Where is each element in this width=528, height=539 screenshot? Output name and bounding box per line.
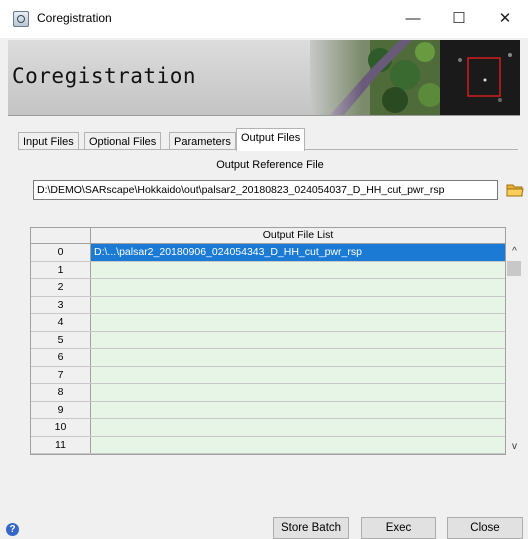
- table-row[interactable]: 4: [31, 314, 505, 332]
- row-number: 11: [31, 436, 91, 453]
- row-cell[interactable]: [91, 331, 505, 348]
- column-header: Output File List: [91, 228, 505, 244]
- table-row[interactable]: 11: [31, 436, 505, 454]
- row-number: 2: [31, 279, 91, 296]
- row-number: 5: [31, 331, 91, 348]
- row-number: 1: [31, 261, 91, 278]
- app-icon[interactable]: [13, 11, 29, 27]
- row-number: 10: [31, 419, 91, 436]
- tab-parameters[interactable]: Parameters: [169, 132, 236, 150]
- chevron-up-icon[interactable]: ^: [506, 244, 523, 260]
- table-row[interactable]: 10: [31, 419, 505, 437]
- title-bar: Coregistration — ☐ ✕: [0, 0, 528, 38]
- row-number: 3: [31, 296, 91, 313]
- exec-button[interactable]: Exec: [361, 517, 436, 539]
- maximize-button[interactable]: ☐: [436, 0, 482, 38]
- tab-optional-files[interactable]: Optional Files: [84, 132, 162, 150]
- row-cell[interactable]: [91, 314, 505, 331]
- table-row[interactable]: 1: [31, 261, 505, 279]
- row-cell[interactable]: [91, 401, 505, 418]
- row-number: 4: [31, 314, 91, 331]
- help-icon[interactable]: ?: [6, 523, 19, 536]
- table-row[interactable]: 9: [31, 401, 505, 419]
- table-row[interactable]: 6: [31, 349, 505, 367]
- minimize-button[interactable]: —: [390, 0, 436, 38]
- row-number: 8: [31, 384, 91, 401]
- row-cell[interactable]: [91, 296, 505, 313]
- close-window-button[interactable]: ✕: [482, 0, 528, 38]
- row-cell[interactable]: [91, 419, 505, 436]
- row-number: 7: [31, 366, 91, 383]
- row-number: 9: [31, 401, 91, 418]
- table-row[interactable]: 0 D:\...\palsar2_20180906_024054343_D_HH_…: [31, 244, 505, 262]
- table-rows: 0 D:\...\palsar2_20180906_024054343_D_HH_…: [31, 244, 505, 454]
- output-reference-field[interactable]: D:\DEMO\SARscape\Hokkaido\out\palsar2_20…: [33, 180, 498, 200]
- row-cell[interactable]: [91, 366, 505, 383]
- store-batch-button[interactable]: Store Batch: [273, 517, 349, 539]
- row-cell[interactable]: [91, 384, 505, 401]
- table-row[interactable]: 8: [31, 384, 505, 402]
- banner-image: [310, 40, 520, 115]
- table-row[interactable]: 3: [31, 296, 505, 314]
- close-button[interactable]: Close: [447, 517, 523, 539]
- row-cell[interactable]: D:\...\palsar2_20180906_024054343_D_HH_c…: [91, 244, 505, 261]
- chevron-down-icon[interactable]: v: [506, 439, 523, 455]
- row-cell[interactable]: [91, 436, 505, 453]
- header-banner: Coregistration: [8, 40, 520, 116]
- table-corner: [31, 228, 91, 244]
- row-cell[interactable]: [91, 349, 505, 366]
- table-row[interactable]: 5: [31, 331, 505, 349]
- row-cell[interactable]: [91, 261, 505, 278]
- tab-output-files[interactable]: Output Files: [236, 128, 306, 151]
- row-cell[interactable]: [91, 279, 505, 296]
- tab-input-files[interactable]: Input Files: [18, 132, 79, 150]
- output-file-table: Output File List 0 D:\...\palsar2_2018090…: [30, 227, 506, 455]
- output-reference-label: Output Reference File: [216, 159, 324, 171]
- table-row[interactable]: 7: [31, 366, 505, 384]
- table-scrollbar[interactable]: ^ v: [506, 244, 523, 455]
- scrollbar-thumb[interactable]: [507, 261, 521, 276]
- row-number: 0: [31, 244, 91, 261]
- folder-icon[interactable]: [506, 182, 524, 198]
- banner-title: Coregistration: [12, 64, 197, 88]
- window-title: Coregistration: [37, 11, 112, 25]
- row-number: 6: [31, 349, 91, 366]
- table-row[interactable]: 2: [31, 279, 505, 297]
